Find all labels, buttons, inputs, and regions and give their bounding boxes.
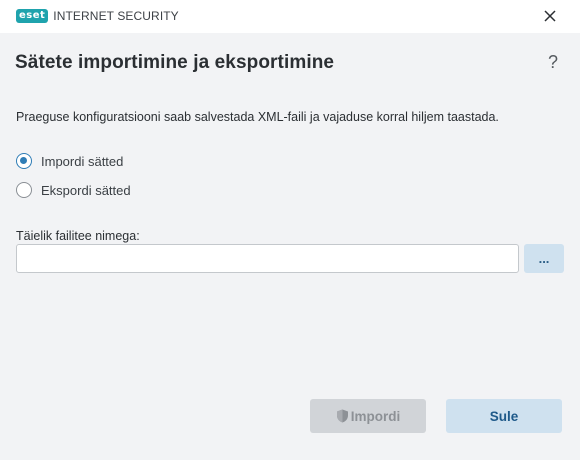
description-text: Praeguse konfiguratsiooni saab salvestad… [16, 110, 499, 124]
import-button[interactable]: Impordi [310, 399, 426, 433]
help-icon[interactable]: ? [548, 52, 558, 73]
close-button[interactable]: Sule [446, 399, 562, 433]
radio-button-export[interactable] [16, 182, 32, 198]
brand-badge: eset [16, 9, 49, 23]
shield-icon [336, 409, 348, 423]
settings-import-export-dialog: eset INTERNET SECURITY Sätete importimin… [0, 0, 580, 460]
file-path-label: Täielik failitee nimega: [16, 229, 140, 243]
eset-logo: eset INTERNET SECURITY [16, 9, 179, 23]
import-button-label: Impordi [350, 408, 401, 424]
radio-label-import: Impordi sätted [41, 153, 124, 169]
page-title: Sätete importimine ja eksportimine [15, 52, 335, 73]
close-icon-glyph [544, 10, 556, 22]
radio-export-settings[interactable]: Ekspordi sätted [16, 182, 131, 198]
browse-button[interactable]: ... [524, 244, 564, 273]
radio-button-import[interactable] [16, 153, 32, 169]
product-name: INTERNET SECURITY [53, 9, 179, 23]
radio-label-export: Ekspordi sätted [41, 182, 131, 198]
title-bar: eset INTERNET SECURITY [0, 0, 580, 33]
dialog-header: Sätete importimine ja eksportimine ? [0, 33, 580, 93]
file-path-input[interactable] [16, 244, 519, 273]
radio-import-settings[interactable]: Impordi sätted [16, 153, 123, 169]
close-icon[interactable] [542, 8, 558, 24]
